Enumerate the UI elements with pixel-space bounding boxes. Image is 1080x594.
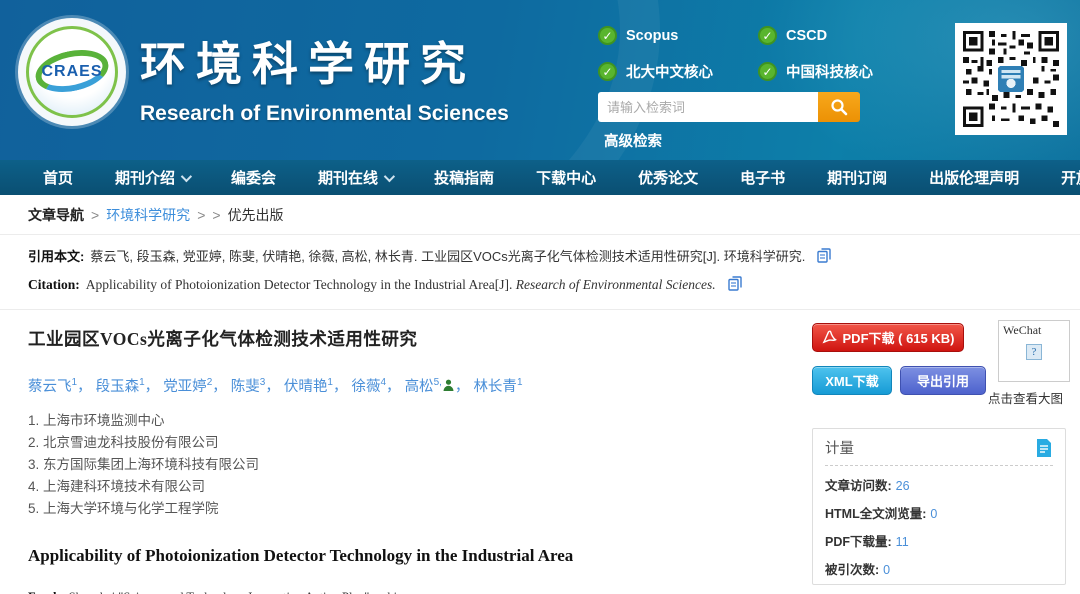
author-link[interactable]: 林长青 xyxy=(473,379,517,395)
funds-line: Funds: Shanghai "Science and Technology … xyxy=(28,586,792,594)
nav-subscription[interactable]: 期刊订阅 xyxy=(806,167,908,188)
author-link[interactable]: 高松 xyxy=(405,379,434,395)
citation-en: Citation: Applicability of Photoionizati… xyxy=(28,276,1052,294)
site-header: CRAES 环境科学研究 Research of Environmental S… xyxy=(0,0,1080,160)
journal-title-zh: 环境科学研究 xyxy=(140,28,509,94)
affiliation-item: 4. 上海建科环境技术有限公司 xyxy=(28,476,792,498)
index-badges: ✓ Scopus ✓ CSCD ✓ 北大中文核心 ✓ 中国科技核心 xyxy=(598,26,928,82)
author-link[interactable]: 蔡云飞 xyxy=(28,379,72,395)
craes-logo[interactable]: CRAES xyxy=(18,18,126,126)
badge-pku-core: ✓ 北大中文核心 xyxy=(598,61,758,82)
metrics-title: 计量 xyxy=(825,437,854,458)
chevron-down-icon xyxy=(384,170,395,181)
nav-editorial-board[interactable]: 编委会 xyxy=(210,167,297,188)
citation-zh-text: 蔡云飞, 段玉森, 党亚婷, 陈斐, 伏晴艳, 徐薇, 高松, 林长青. 工业园… xyxy=(90,248,805,266)
pdf-download-button[interactable]: PDF下载 ( 615 KB) xyxy=(812,323,964,352)
author-link[interactable]: 徐薇 xyxy=(351,379,380,395)
nav-submission-guide[interactable]: 投稿指南 xyxy=(413,167,515,188)
search-icon xyxy=(830,98,848,116)
nav-ebook[interactable]: 电子书 xyxy=(719,167,806,188)
affiliation-item: 2. 北京雪迪龙科技股份有限公司 xyxy=(28,432,792,454)
journal-title-en: Research of Environmental Sciences xyxy=(140,102,509,126)
nav-publication-ethics[interactable]: 出版伦理声明 xyxy=(908,167,1040,188)
nav-open-access[interactable]: 开放获取 xyxy=(1040,167,1080,188)
article-content: 工业园区VOCs光离子化气体检测技术适用性研究 蔡云飞1， 段玉森1， 党亚婷2… xyxy=(0,310,812,594)
wechat-share-box[interactable]: WeChat ? xyxy=(998,320,1070,382)
search-button[interactable] xyxy=(818,92,860,122)
badge-scopus: ✓ Scopus xyxy=(598,26,758,45)
check-icon: ✓ xyxy=(598,26,617,45)
check-icon: ✓ xyxy=(758,26,777,45)
metrics-document-icon xyxy=(1035,438,1053,458)
author-link[interactable]: 段玉森 xyxy=(96,379,140,395)
craes-logo-icon: CRAES xyxy=(26,26,118,118)
affiliation-item: 3. 东方国际集团上海环境科技有限公司 xyxy=(28,454,792,476)
nav-home[interactable]: 首页 xyxy=(22,167,94,188)
author-list: 蔡云飞1， 段玉森1， 党亚婷2， 陈斐3， 伏晴艳1， 徐薇4， 高松5,， … xyxy=(28,375,792,396)
check-icon: ✓ xyxy=(758,62,777,81)
xml-download-button[interactable]: XML下载 xyxy=(812,366,892,395)
search-input[interactable] xyxy=(598,92,818,122)
citation-en-journal: Research of Environmental Sciences. xyxy=(516,277,716,292)
corresponding-author-icon[interactable] xyxy=(443,379,454,391)
metric-article-views: 文章访问数:26 xyxy=(825,475,1053,494)
citation-block: 引用本文: 蔡云飞, 段玉森, 党亚婷, 陈斐, 伏晴艳, 徐薇, 高松, 林长… xyxy=(0,236,1080,310)
broken-image-icon: ? xyxy=(1026,344,1042,360)
check-icon: ✓ xyxy=(598,62,617,81)
article-title-zh: 工业园区VOCs光离子化气体检测技术适用性研究 xyxy=(28,326,792,351)
citation-zh: 引用本文: 蔡云飞, 段玉森, 党亚婷, 陈斐, 伏晴艳, 徐薇, 高松, 林长… xyxy=(28,248,1052,266)
citation-en-text: Applicability of Photoionization Detecto… xyxy=(86,276,716,294)
affiliation-list: 1. 上海市环境监测中心 2. 北京雪迪龙科技股份有限公司 3. 东方国际集团上… xyxy=(28,410,792,520)
affiliation-item: 1. 上海市环境监测中心 xyxy=(28,410,792,432)
nav-excellent-papers[interactable]: 优秀论文 xyxy=(617,167,719,188)
breadcrumb: 文章导航 > 环境科学研究 > > 优先出版 xyxy=(0,195,1080,235)
author-link[interactable]: 陈斐 xyxy=(231,379,260,395)
breadcrumb-journal-link[interactable]: 环境科学研究 xyxy=(106,205,190,225)
advanced-search-link[interactable]: 高级检索 xyxy=(604,130,662,151)
export-citation-button[interactable]: 导出引用 xyxy=(900,366,986,395)
breadcrumb-root: 文章导航 xyxy=(28,205,84,225)
nav-download-center[interactable]: 下载中心 xyxy=(515,167,617,188)
breadcrumb-current: 优先出版 xyxy=(228,205,284,225)
author-link[interactable]: 伏晴艳 xyxy=(284,379,328,395)
chevron-down-icon xyxy=(181,170,192,181)
copy-citation-icon[interactable] xyxy=(817,248,832,263)
nav-journal-online[interactable]: 期刊在线 xyxy=(297,167,413,188)
nav-journal-intro[interactable]: 期刊介绍 xyxy=(94,167,210,188)
copy-citation-icon[interactable] xyxy=(728,276,743,291)
article-title-en: Applicability of Photoionization Detecto… xyxy=(28,546,792,566)
metric-html-views: HTML全文浏览量:0 xyxy=(825,503,1053,522)
wechat-enlarge-link[interactable]: 点击查看大图 xyxy=(988,388,1080,407)
wechat-qr-code xyxy=(955,23,1067,135)
article-sidebar: PDF下载 ( 615 KB) XML下载 导出引用 WeChat ? 点击查看… xyxy=(812,310,1080,594)
author-link[interactable]: 党亚婷 xyxy=(163,379,207,395)
pdf-icon xyxy=(822,330,837,345)
metric-cited-count: 被引次数:0 xyxy=(825,559,1053,578)
metric-pdf-downloads: PDF下载量:11 xyxy=(825,531,1053,550)
badge-cstpcd: ✓ 中国科技核心 xyxy=(758,61,928,82)
main-nav: 首页 期刊介绍 编委会 期刊在线 投稿指南 下载中心 优秀论文 电子书 期刊订阅… xyxy=(0,160,1080,195)
badge-cscd: ✓ CSCD xyxy=(758,26,928,45)
affiliation-item: 5. 上海大学环境与化学工程学院 xyxy=(28,498,792,520)
metrics-panel: 计量 文章访问数:26 HTML全文浏览量:0 PDF下载量:11 被引次数:0 xyxy=(812,428,1066,585)
